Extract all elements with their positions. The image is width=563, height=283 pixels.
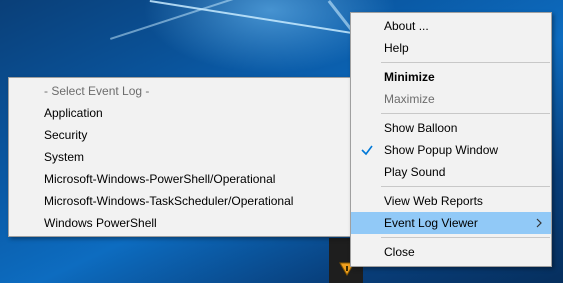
- help-menu-item[interactable]: Help: [351, 37, 551, 59]
- event-log-submenu: - Select Event Log - Application Securit…: [8, 77, 351, 237]
- show-popup-window-menu-item[interactable]: Show Popup Window: [351, 139, 551, 161]
- play-sound-menu-item[interactable]: Play Sound: [351, 161, 551, 183]
- menu-separator: [381, 237, 550, 238]
- show-popup-window-label: Show Popup Window: [384, 143, 499, 157]
- close-menu-item[interactable]: Close: [351, 241, 551, 263]
- menu-separator: [381, 113, 550, 114]
- event-log-item-system[interactable]: System: [9, 146, 350, 168]
- menu-separator: [381, 62, 550, 63]
- select-event-log-placeholder: - Select Event Log -: [44, 84, 150, 98]
- chevron-right-icon: [536, 218, 542, 228]
- event-log-viewer-menu-item[interactable]: Event Log Viewer: [351, 212, 551, 234]
- event-log-item-taskscheduler-operational[interactable]: Microsoft-Windows-TaskScheduler/Operatio…: [9, 190, 350, 212]
- event-log-item-powershell-operational[interactable]: Microsoft-Windows-PowerShell/Operational: [9, 168, 350, 190]
- menu-separator: [381, 186, 550, 187]
- about-menu-item[interactable]: About ...: [351, 15, 551, 37]
- event-log-item-windows-powershell[interactable]: Windows PowerShell: [9, 212, 350, 234]
- checkmark-icon: [361, 145, 373, 156]
- event-log-item-security[interactable]: Security: [9, 124, 350, 146]
- show-balloon-menu-item[interactable]: Show Balloon: [351, 117, 551, 139]
- minimize-menu-item[interactable]: Minimize: [351, 66, 551, 88]
- event-log-item-application[interactable]: Application: [9, 102, 350, 124]
- tray-context-menu: About ... Help Minimize Maximize Show Ba…: [350, 12, 552, 267]
- view-web-reports-menu-item[interactable]: View Web Reports: [351, 190, 551, 212]
- maximize-menu-item: Maximize: [384, 92, 435, 106]
- event-log-viewer-label: Event Log Viewer: [384, 216, 478, 230]
